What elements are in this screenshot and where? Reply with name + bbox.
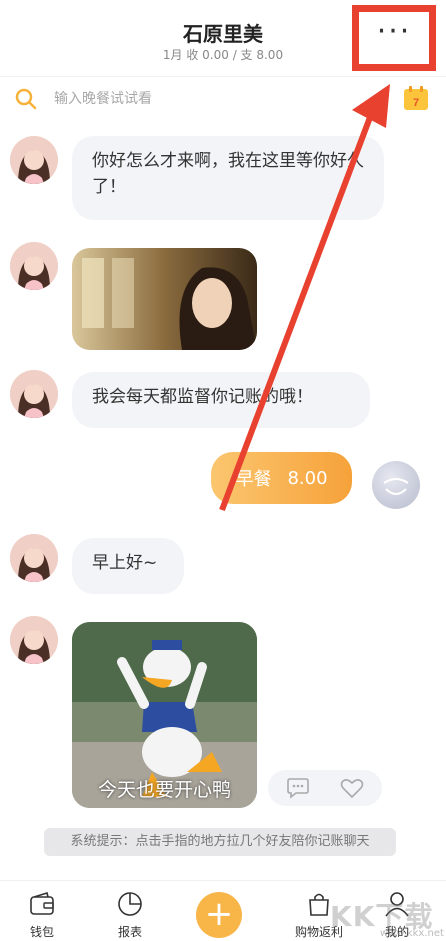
sticker-message[interactable]: 今天也要开心鸭 (72, 622, 257, 808)
expense-record-bubble[interactable]: 早餐 8.00 (211, 452, 352, 504)
pie-chart-icon (118, 892, 142, 916)
message-bubble: 我会每天都监督你记账的哦！ (72, 372, 370, 428)
tab-wallet[interactable]: 钱包 (7, 881, 77, 941)
tab-label: 钱包 (29, 925, 54, 939)
watermark-url: www.kkx.net (380, 928, 444, 939)
record-category: 早餐 (235, 469, 272, 490)
search-icon[interactable] (14, 87, 38, 111)
message-bubble: 你好怎么才来啊，我在这里等你好久了！ (72, 136, 384, 220)
user-avatar[interactable] (372, 461, 420, 509)
calendar-icon[interactable]: 7 (402, 84, 430, 112)
message-bubble: 早上好~ (72, 538, 184, 594)
assistant-avatar[interactable] (10, 136, 58, 184)
photo-message[interactable] (72, 248, 257, 350)
shopping-bag-icon (309, 893, 329, 916)
girl-photo-image (72, 248, 257, 350)
tab-label: 报表 (117, 925, 142, 939)
search-bar: 7 (0, 76, 446, 121)
add-record-button[interactable]: + (196, 892, 242, 938)
more-icon[interactable]: ··· (377, 17, 412, 47)
calendar-day: 7 (413, 97, 419, 109)
assistant-avatar[interactable] (10, 370, 58, 418)
assistant-avatar[interactable] (10, 534, 58, 582)
message-actions (268, 770, 382, 806)
assistant-avatar[interactable] (10, 616, 58, 664)
comment-icon[interactable] (286, 777, 310, 799)
system-tip: 系统提示：点击手指的地方拉几个好友陪你记账聊天 (44, 828, 396, 856)
record-amount: 8.00 (287, 467, 328, 489)
assistant-avatar[interactable] (10, 242, 58, 290)
more-options-button[interactable]: ··· (352, 5, 436, 71)
heart-icon[interactable] (340, 778, 364, 799)
search-input[interactable] (52, 85, 356, 113)
sticker-caption: 今天也要开心鸭 (97, 779, 231, 801)
tab-report[interactable]: 报表 (95, 881, 165, 941)
wallet-icon (30, 891, 54, 915)
chat-header: 石原里美 1月 收 0.00 / 支 8.00 ··· (0, 0, 446, 71)
